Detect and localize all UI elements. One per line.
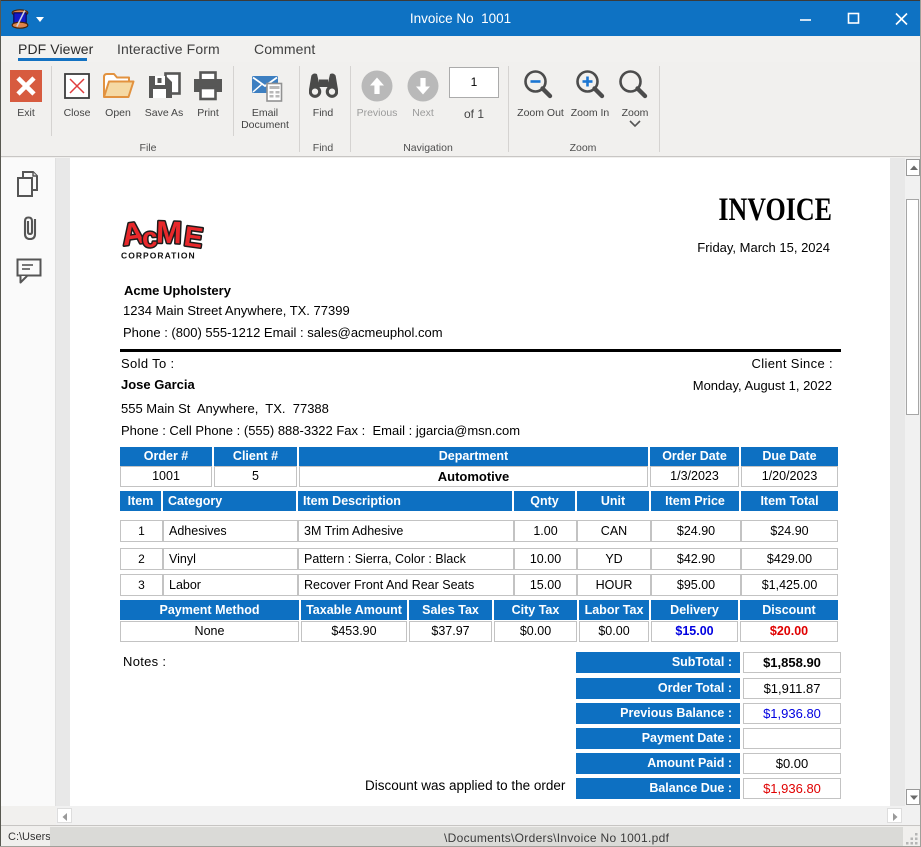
svg-text:M: M — [155, 215, 182, 251]
svg-text:CORPORATION: CORPORATION — [121, 251, 196, 261]
svg-text:E: E — [182, 220, 205, 253]
